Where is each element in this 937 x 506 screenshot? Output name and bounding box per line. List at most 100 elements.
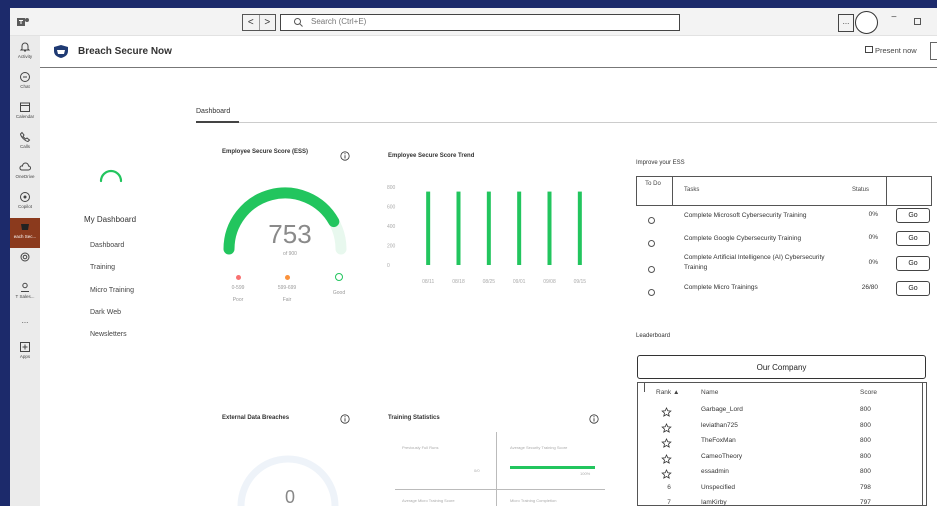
loading-spinner-icon — [99, 169, 123, 183]
leaderboard-name: TheFoxMan — [701, 437, 736, 444]
todo-radio[interactable] — [648, 240, 655, 247]
star-icon — [661, 452, 672, 464]
leaderboard-name: Garbage_Lord — [701, 406, 743, 413]
leaderboard-name: CameoTheory — [701, 452, 743, 460]
trend-bar — [486, 191, 491, 265]
stat-value: 0/0 — [474, 468, 480, 473]
search-placeholder: Search (Ctrl+E) — [311, 17, 367, 26]
leaderboard-scrollbar[interactable] — [922, 382, 927, 506]
menu-item-micro-training[interactable]: Micro Training — [90, 287, 134, 294]
rail-item-breach-secure[interactable]: each Sec... — [10, 218, 40, 248]
rail-item-copilot[interactable]: Copilot — [10, 188, 40, 218]
forward-button[interactable]: > — [258, 15, 276, 30]
copilot-icon — [20, 192, 30, 202]
trend-bar — [456, 191, 461, 265]
rail-item-activity[interactable]: Activity — [10, 38, 40, 68]
search-input[interactable]: Search (Ctrl+E) — [280, 14, 680, 31]
calendar-icon — [20, 102, 30, 112]
leaderboard-score: 800 — [860, 468, 871, 475]
stats-divider-vertical — [496, 432, 497, 506]
info-icon[interactable] — [589, 414, 599, 424]
y-tick-label: 200 — [387, 244, 396, 250]
todo-radio[interactable] — [648, 217, 655, 224]
back-button[interactable]: < — [243, 15, 259, 30]
good-dot-icon — [335, 273, 343, 281]
menu-item-training[interactable]: Training — [90, 264, 115, 271]
leaderboard-score: 798 — [860, 483, 871, 491]
present-now-button[interactable]: Present now — [875, 46, 917, 55]
header-edge-button[interactable] — [930, 42, 937, 60]
stat-label: Previously Full Runs — [402, 445, 439, 450]
trend-panel-title: Employee Secure Score Trend — [388, 153, 475, 159]
tab-dashboard[interactable]: Dashboard — [196, 108, 230, 115]
tab-active-indicator — [196, 121, 239, 123]
x-tick-label: 09/15 — [574, 279, 587, 285]
poor-dot-icon — [235, 275, 241, 280]
x-tick-label: 09/08 — [543, 279, 556, 285]
task-status: 0% — [868, 234, 878, 241]
x-tick-label: 08/11 — [422, 279, 434, 285]
our-company-button[interactable]: Our Company — [637, 355, 926, 379]
go-button[interactable]: Go — [896, 281, 930, 296]
col-rank[interactable]: Rank ▲ — [656, 389, 679, 396]
todo-radio[interactable] — [648, 266, 655, 273]
rail-item-calls[interactable]: Calls — [10, 128, 40, 158]
col-tasks: Tasks — [684, 187, 700, 193]
stat-label: Average Micro Training Score — [402, 498, 455, 503]
stat-value: 100% — [580, 471, 591, 476]
rail-label: Chat — [20, 84, 30, 89]
ess-trend-chart: 0 200 400 600 800 08/11 08/18 08/25 09/01 09/08 09… — [387, 185, 587, 285]
go-button[interactable]: Go — [896, 256, 930, 271]
menu-item-dark-web[interactable]: Dark Web — [90, 309, 121, 316]
search-icon — [294, 18, 303, 27]
avatar[interactable] — [855, 11, 878, 34]
legend-range: 599-699 — [277, 285, 297, 291]
star-icon — [661, 421, 672, 433]
phone-icon — [19, 131, 31, 143]
legend-poor: 0-599 Poor — [221, 275, 255, 303]
rail-item-onedrive[interactable]: OneDrive — [10, 158, 40, 188]
maximize-button[interactable] — [914, 18, 921, 25]
x-tick-label: 08/25 — [483, 279, 496, 285]
info-icon[interactable] — [340, 151, 350, 161]
cloud-icon — [19, 162, 31, 171]
more-options-button[interactable]: ... — [838, 14, 854, 32]
menu-item-newsletters[interactable]: Newsletters — [90, 331, 127, 338]
x-tick-label: 08/18 — [452, 279, 465, 285]
col-score[interactable]: Score — [860, 389, 877, 396]
go-button[interactable]: Go — [896, 208, 930, 223]
col-name[interactable]: Name — [701, 389, 718, 396]
ess-panel-title: Employee Secure Score (ESS) — [222, 149, 309, 155]
rail-item-calendar[interactable]: Calendar — [10, 98, 40, 128]
ess-score: 753 — [268, 219, 312, 249]
app-window: < > Search (Ctrl+E) ... − Activity Chat … — [10, 8, 937, 506]
minimize-button[interactable]: − — [891, 12, 897, 23]
rail-label: Calls — [19, 144, 30, 149]
trend-bar — [426, 191, 431, 265]
tab-divider — [196, 122, 937, 123]
rail-item-sales[interactable]: T Sales... — [10, 278, 40, 308]
app-name: Breach Secure Now — [78, 46, 172, 57]
stat-label: Average Security Training Score — [510, 445, 568, 450]
todo-radio[interactable] — [648, 289, 655, 296]
rail-item-loop[interactable] — [10, 248, 40, 278]
chat-icon — [20, 72, 30, 82]
leaderboard-score: 800 — [860, 421, 871, 429]
info-icon[interactable] — [340, 414, 350, 424]
improve-title: Improve your ESS — [636, 160, 685, 166]
go-button[interactable]: Go — [896, 231, 930, 246]
app-header: Breach Secure Now Present now — [40, 36, 937, 68]
leaderboard-name: essadmin — [701, 468, 729, 475]
star-icon — [661, 467, 672, 479]
legend-fair: 599-699 Fair — [270, 275, 304, 303]
stats-divider-horizontal — [395, 489, 605, 490]
leaderboard-score: 800 — [860, 406, 871, 413]
rail-label: Activity — [17, 54, 33, 59]
rail-item-more[interactable]: ... — [10, 310, 40, 340]
rail-item-chat[interactable]: Chat — [10, 68, 40, 98]
shield-logo-icon — [54, 45, 68, 58]
menu-item-dashboard[interactable]: Dashboard — [90, 242, 124, 249]
loop-icon — [20, 252, 30, 262]
col-status: Status — [852, 187, 870, 193]
rail-item-apps[interactable]: Apps — [10, 338, 40, 368]
